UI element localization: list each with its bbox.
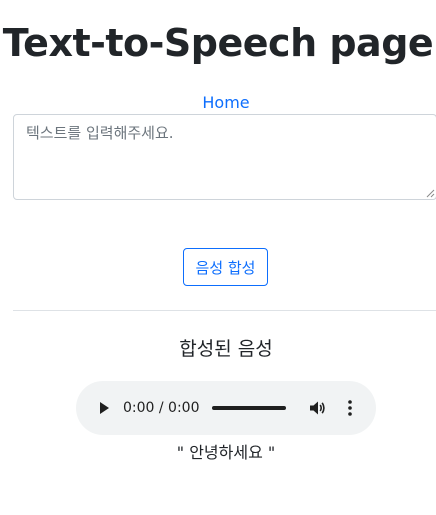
audio-progress-bar[interactable] [212,406,286,410]
home-link[interactable]: Home [0,92,436,114]
synthesized-text: " 안녕하세요 " [176,443,276,462]
audio-player[interactable]: 0:00 / 0:00 [76,381,376,435]
resize-handle-icon[interactable] [426,189,435,198]
text-input[interactable] [13,114,436,200]
section-divider [13,310,436,311]
synthesize-button[interactable]: 음성 합성 [183,248,268,286]
result-heading: 합성된 음성 [179,338,273,360]
audio-time: 0:00 / 0:00 [123,400,200,416]
page-title: Text-to-Speech page [2,21,434,65]
play-icon[interactable] [96,400,112,416]
volume-icon[interactable] [308,399,326,417]
more-vert-icon[interactable] [344,399,356,417]
